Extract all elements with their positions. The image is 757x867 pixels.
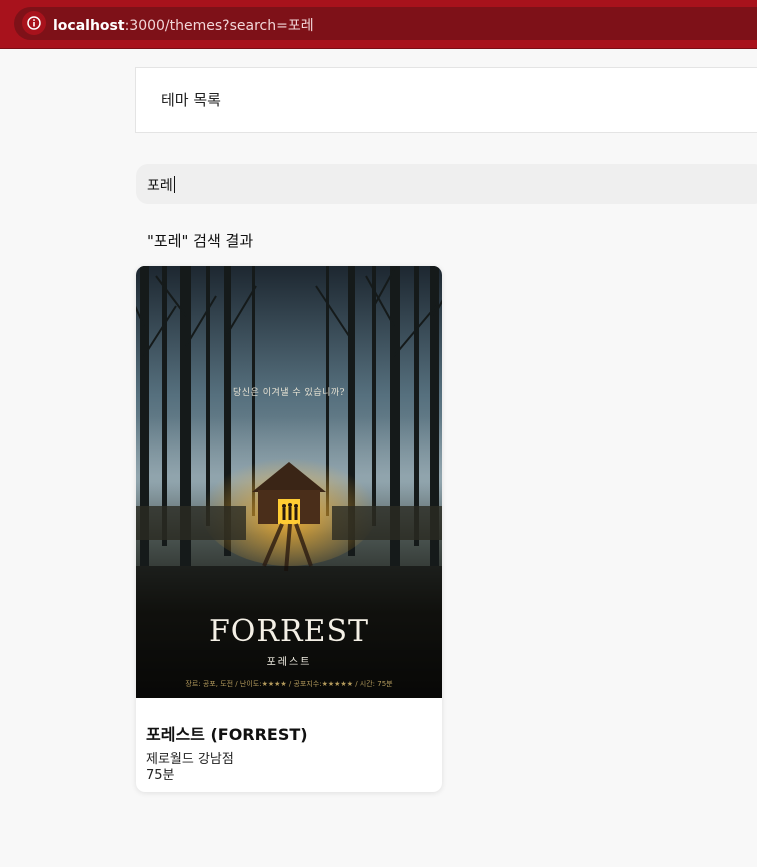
- theme-duration: 75분: [146, 768, 175, 783]
- url-text: localhost:3000/themes?search=포레: [53, 15, 314, 35]
- theme-card[interactable]: 당신은 이겨낼 수 있습니까? FORREST 포레스트 장르: 공포, 도전 …: [136, 266, 442, 792]
- page-header: 테마 목록: [135, 67, 757, 133]
- url-path: :3000/themes?search=포레: [124, 18, 314, 34]
- search-input-value: 포레: [147, 176, 175, 194]
- poster-info-line: 장르: 공포, 도전 / 난이도:★★★★ / 공포지수:★★★★★ / 시간:…: [185, 680, 393, 688]
- site-info-icon[interactable]: [22, 11, 46, 35]
- theme-poster-image: 당신은 이겨낼 수 있습니까? FORREST 포레스트 장르: 공포, 도전 …: [136, 266, 442, 698]
- search-input[interactable]: 포레: [136, 164, 757, 204]
- page-title: 테마 목록: [161, 91, 221, 109]
- text-caret: [173, 176, 175, 193]
- browser-address-bar: localhost:3000/themes?search=포레: [0, 0, 757, 49]
- search-results-heading: "포레" 검색 결과: [147, 232, 254, 250]
- theme-title[interactable]: 포레스트 (FORREST): [146, 721, 308, 745]
- poster-logo: FORREST: [208, 614, 370, 649]
- poster-tagline: 당신은 이겨낼 수 있습니까?: [233, 388, 345, 398]
- poster-sublogo: 포레스트: [266, 657, 312, 668]
- url-field[interactable]: localhost:3000/themes?search=포레: [14, 7, 757, 40]
- url-host: localhost: [53, 18, 125, 34]
